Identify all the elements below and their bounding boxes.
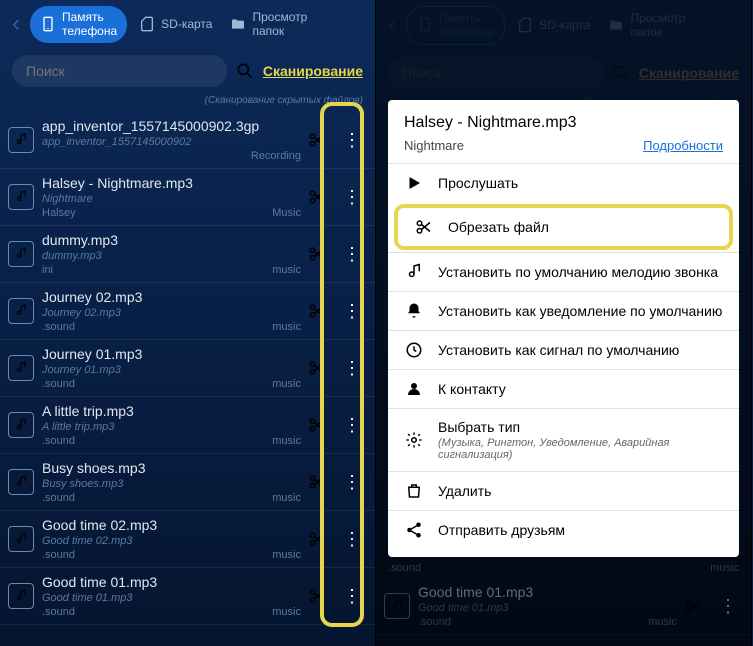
more-button[interactable]: ⋮ xyxy=(337,302,367,320)
tab-phone-label: Память телефона xyxy=(62,10,117,39)
music-note-icon xyxy=(8,583,34,609)
more-button[interactable]: ⋮ xyxy=(337,416,367,434)
bell-icon xyxy=(404,302,424,320)
file-list[interactable]: app_inventor_1557145000902.3gp app_inven… xyxy=(0,112,375,625)
tab-folders[interactable]: Просмотр папок xyxy=(224,6,313,43)
more-button[interactable]: ⋮ xyxy=(337,359,367,377)
trash-icon xyxy=(404,482,424,500)
folder-icon xyxy=(230,16,246,32)
details-link[interactable]: Подробности xyxy=(643,138,723,153)
scan-link[interactable]: Сканирование xyxy=(263,63,363,79)
cut-button[interactable] xyxy=(301,523,333,555)
music-note-icon xyxy=(8,241,34,267)
search-icon[interactable] xyxy=(235,61,255,81)
music-note-icon xyxy=(8,526,34,552)
list-item[interactable]: Halsey - Nightmare.mp3 Nightmare HalseyM… xyxy=(0,169,375,226)
screen-left: ‹ Память телефона SD-карта Просмотр папо… xyxy=(0,0,376,646)
cut-button[interactable] xyxy=(301,466,333,498)
play-icon xyxy=(404,174,424,192)
action-clock[interactable]: Установить как сигнал по умолчанию xyxy=(388,330,739,369)
list-item[interactable]: Good time 01.mp3 Good time 01.mp3 .sound… xyxy=(0,568,375,625)
list-item[interactable]: Journey 01.mp3 Journey 01.mp3 .soundmusi… xyxy=(0,340,375,397)
music-note-icon xyxy=(8,127,34,153)
dialog-title: Halsey - Nightmare.mp3 xyxy=(404,114,723,132)
cut-icon xyxy=(414,218,434,236)
action-cut[interactable]: Обрезать файл xyxy=(394,204,733,250)
scan-hint: (Сканирование скрытых файлов) xyxy=(0,93,375,112)
music-note-icon xyxy=(8,412,34,438)
tab-sd-card[interactable]: SD-карта xyxy=(133,12,218,36)
action-trash[interactable]: Удалить xyxy=(388,471,739,510)
sd-icon xyxy=(139,16,155,32)
contact-icon xyxy=(404,380,424,398)
action-share[interactable]: Отправить друзьям xyxy=(388,510,739,549)
list-item[interactable]: Good time 02.mp3 Good time 02.mp3 .sound… xyxy=(0,511,375,568)
music-note-icon xyxy=(8,184,34,210)
list-item[interactable]: dummy.mp3 dummy.mp3 inimusic ⋮ xyxy=(0,226,375,283)
list-item[interactable]: Busy shoes.mp3 Busy shoes.mp3 .soundmusi… xyxy=(0,454,375,511)
back-button[interactable]: ‹ xyxy=(8,10,24,38)
screen-right: ‹ Память телефона SD-карта Просмотр папо… xyxy=(376,0,752,646)
tab-folders-label: Просмотр папок xyxy=(252,10,307,39)
topbar: ‹ Память телефона SD-карта Просмотр папо… xyxy=(0,0,375,49)
cut-button[interactable] xyxy=(301,181,333,213)
cut-button[interactable] xyxy=(301,238,333,270)
search-input[interactable] xyxy=(12,55,227,87)
action-bell[interactable]: Установить как уведомление по умолчанию xyxy=(388,291,739,330)
list-item[interactable]: app_inventor_1557145000902.3gp app_inven… xyxy=(0,112,375,169)
action-gear[interactable]: Выбрать тип(Музыка, Рингтон, Уведомление… xyxy=(388,408,739,471)
tab-phone-memory[interactable]: Память телефона xyxy=(30,6,127,43)
action-contact[interactable]: К контакту xyxy=(388,369,739,408)
more-button[interactable]: ⋮ xyxy=(337,473,367,491)
action-play[interactable]: Прослушать xyxy=(388,163,739,202)
cut-button[interactable] xyxy=(301,352,333,384)
more-button[interactable]: ⋮ xyxy=(337,530,367,548)
music-note-icon xyxy=(8,298,34,324)
music-note-icon xyxy=(8,469,34,495)
list-item[interactable]: Journey 02.mp3 Journey 02.mp3 .soundmusi… xyxy=(0,283,375,340)
more-button[interactable]: ⋮ xyxy=(337,188,367,206)
dialog-subtitle: Nightmare xyxy=(404,138,464,153)
more-button[interactable]: ⋮ xyxy=(337,245,367,263)
tab-sd-label: SD-карта xyxy=(161,17,212,31)
cut-button[interactable] xyxy=(301,409,333,441)
more-button[interactable]: ⋮ xyxy=(337,131,367,149)
phone-icon xyxy=(40,16,56,32)
action-note[interactable]: Установить по умолчанию мелодию звонка xyxy=(388,252,739,291)
context-menu: Halsey - Nightmare.mp3 Nightmare Подробн… xyxy=(388,100,739,557)
music-note-icon xyxy=(8,355,34,381)
cut-button[interactable] xyxy=(301,580,333,612)
more-button[interactable]: ⋮ xyxy=(337,587,367,605)
clock-icon xyxy=(404,341,424,359)
note-icon xyxy=(404,263,424,281)
list-item[interactable]: A little trip.mp3 A little trip.mp3 .sou… xyxy=(0,397,375,454)
gear-icon xyxy=(404,431,424,449)
searchbar: Сканирование xyxy=(0,49,375,93)
cut-button[interactable] xyxy=(301,124,333,156)
cut-button[interactable] xyxy=(301,295,333,327)
share-icon xyxy=(404,521,424,539)
